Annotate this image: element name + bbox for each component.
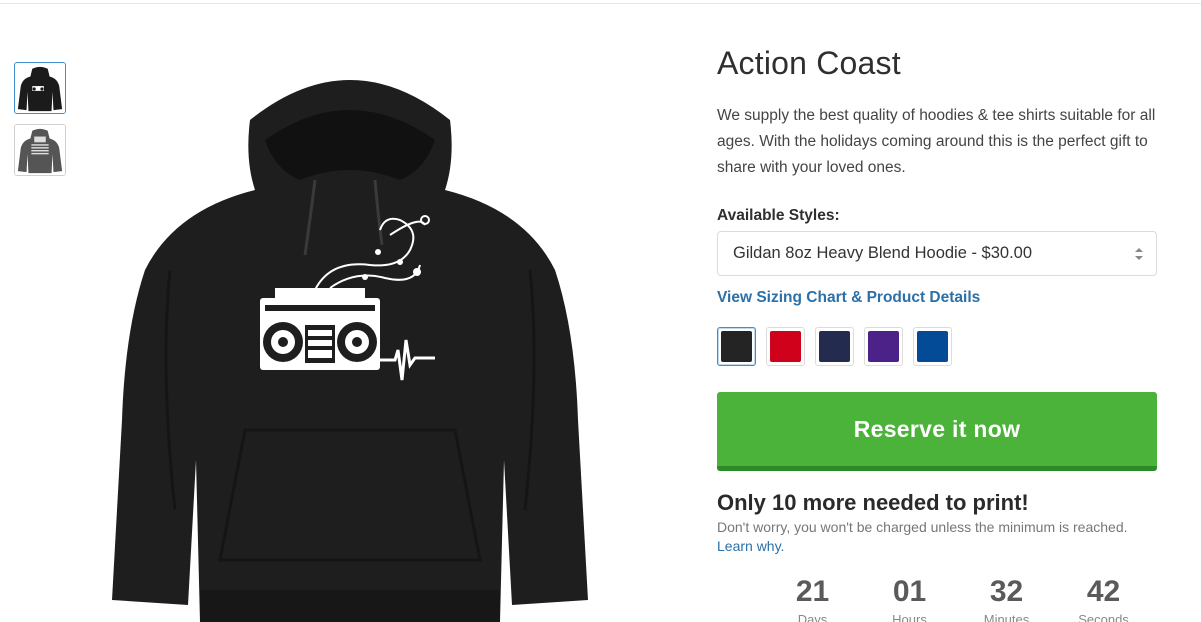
color-chip	[819, 331, 850, 362]
color-swatch-royal-blue[interactable]	[913, 327, 952, 366]
color-chip	[868, 331, 899, 362]
countdown-value: 42	[1086, 575, 1121, 608]
countdown-minutes: 32 Minutes	[958, 574, 1055, 622]
color-swatches	[717, 327, 952, 366]
countdown-label: Minutes	[983, 612, 1030, 622]
thumbnail-back[interactable]	[14, 124, 66, 176]
countdown-value: 01	[892, 575, 927, 608]
color-chip	[917, 331, 948, 362]
countdown-timer: 21 Days 01 Hours 32 Minutes 42 Seconds	[764, 574, 1152, 622]
thumbnail-front[interactable]	[14, 62, 66, 114]
top-divider	[0, 3, 1201, 4]
style-select[interactable]: Gildan 8oz Heavy Blend Hoodie - $30.00	[717, 231, 1157, 276]
color-swatch-purple[interactable]	[864, 327, 903, 366]
color-chip	[770, 331, 801, 362]
select-updown-icon	[1135, 248, 1143, 260]
product-main-image	[100, 40, 600, 622]
countdown-label: Days	[797, 612, 828, 622]
countdown-hours: 01 Hours	[861, 574, 958, 622]
countdown-value: 21	[795, 575, 830, 608]
reserve-button[interactable]: Reserve it now	[717, 392, 1157, 471]
goal-note: Don't worry, you won't be charged unless…	[717, 519, 1128, 535]
color-chip	[721, 331, 752, 362]
hoodie-front-thumbnail-image	[15, 63, 65, 113]
color-swatch-black[interactable]	[717, 327, 756, 366]
color-swatch-navy[interactable]	[815, 327, 854, 366]
style-select-value: Gildan 8oz Heavy Blend Hoodie - $30.00	[733, 244, 1033, 262]
goal-headline: Only 10 more needed to print!	[717, 490, 1029, 515]
countdown-days: 21 Days	[764, 574, 861, 622]
available-styles-label: Available Styles:	[717, 207, 840, 224]
hoodie-image	[112, 80, 588, 622]
countdown-seconds: 42 Seconds	[1055, 574, 1152, 622]
color-swatch-red[interactable]	[766, 327, 805, 366]
sizing-chart-link[interactable]: View Sizing Chart & Product Details	[717, 289, 980, 307]
product-title: Action Coast	[717, 45, 901, 81]
product-description: We supply the best quality of hoodies & …	[717, 107, 1156, 176]
hoodie-back-thumbnail-image	[15, 125, 65, 175]
countdown-label: Hours	[892, 612, 927, 622]
countdown-label: Seconds	[1078, 612, 1129, 622]
learn-why-link[interactable]: Learn why.	[717, 538, 784, 554]
countdown-value: 32	[989, 575, 1024, 608]
